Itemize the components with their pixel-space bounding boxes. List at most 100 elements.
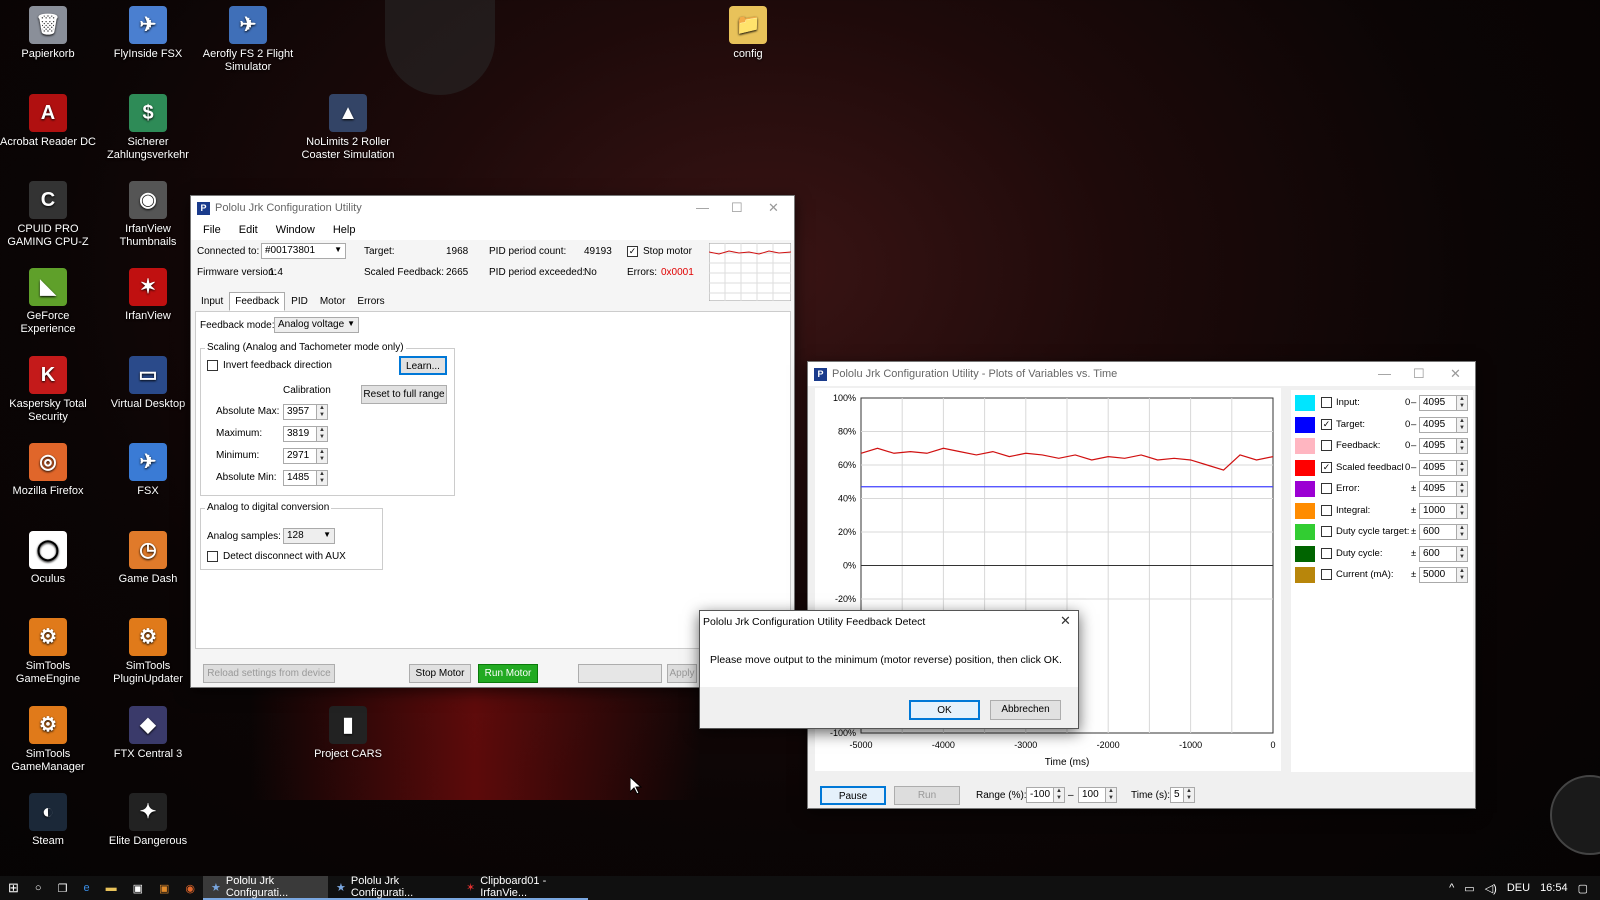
desktop-icon[interactable]: ◯ Oculus [0, 525, 96, 586]
variable-spinner[interactable]: ▲ ▼ [1457, 395, 1468, 411]
desktop-icon[interactable]: ✶ IrfanView [100, 262, 196, 323]
variable-max-input[interactable]: 4095 [1419, 481, 1457, 497]
max-spinner[interactable]: ▲ ▼ [317, 426, 328, 442]
task-jrk-2[interactable]: ★ Pololu Jrk Configurati... [327, 875, 458, 900]
variable-spinner[interactable]: ▲ ▼ [1457, 545, 1468, 562]
abs-max-input[interactable]: 3957 [283, 404, 317, 420]
desktop-icon[interactable]: ◣ GeForce Experience [0, 262, 96, 336]
color-swatch[interactable] [1295, 438, 1315, 454]
minimize-button[interactable]: — [1378, 366, 1391, 381]
color-swatch[interactable] [1295, 459, 1315, 476]
time-spinner[interactable]: ▲ ▼ [1184, 787, 1195, 803]
edge-button[interactable]: e [75, 876, 97, 900]
learn-button[interactable]: Learn... [399, 356, 447, 375]
variable-max-input[interactable]: 1000 [1419, 502, 1457, 519]
reset-range-button[interactable]: Reset to full range [361, 385, 447, 404]
tab-motor[interactable]: Motor [314, 292, 352, 311]
min-spinner[interactable]: ▲ ▼ [317, 448, 328, 464]
variable-spinner[interactable]: ▲ ▼ [1457, 459, 1468, 476]
variable-checkbox[interactable]: ✓ [1321, 461, 1332, 473]
clock[interactable]: 16:54 [1540, 882, 1568, 894]
desktop-icon[interactable]: ⚙ SimTools GameManager [0, 700, 96, 774]
invert-feedback-checkbox[interactable] [207, 360, 218, 371]
desktop-icon[interactable]: ✈ FlyInside FSX [100, 0, 196, 61]
desktop-icon[interactable]: C CPUID PRO GAMING CPU-Z [0, 175, 96, 249]
desktop-icon[interactable]: ✈ FSX [100, 437, 196, 498]
variable-max-input[interactable]: 4095 [1419, 438, 1457, 454]
abs-min-spinner[interactable]: ▲ ▼ [317, 470, 328, 486]
desktop-icon[interactable]: ◷ Game Dash [100, 525, 196, 586]
variable-spinner[interactable]: ▲ ▼ [1457, 481, 1468, 497]
variable-max-input[interactable]: 4095 [1419, 459, 1457, 476]
variable-max-input[interactable]: 5000 [1419, 567, 1457, 583]
volume-icon[interactable]: ◁) [1485, 882, 1497, 895]
firefox-button[interactable]: ◉ [177, 876, 203, 900]
desktop-icon[interactable]: 📁 config [700, 0, 796, 61]
feedback-mode-select[interactable]: Analog voltage ▼ [274, 317, 359, 333]
variable-checkbox[interactable] [1321, 397, 1332, 408]
close-button[interactable]: ✕ [1450, 366, 1461, 382]
desktop-icon[interactable]: ▲ NoLimits 2 Roller Coaster Simulation [300, 88, 396, 162]
tab-pid[interactable]: PID [285, 292, 314, 311]
ok-button[interactable]: OK [909, 700, 980, 720]
close-button[interactable]: ✕ [768, 200, 779, 216]
abs-max-spinner[interactable]: ▲ ▼ [317, 404, 328, 420]
variable-max-input[interactable]: 600 [1419, 545, 1457, 562]
maximize-button[interactable]: ☐ [731, 200, 743, 216]
color-swatch[interactable] [1295, 524, 1315, 540]
run-button[interactable]: Run [894, 786, 960, 805]
range-min-spinner[interactable]: ▲ ▼ [1054, 787, 1065, 803]
pause-button[interactable]: Pause [820, 786, 886, 805]
pinned-app-button[interactable]: ▣ [151, 876, 177, 900]
max-input[interactable]: 3819 [283, 426, 317, 442]
device-select[interactable]: #00173801 ▼ [261, 243, 346, 259]
maximize-button[interactable]: ☐ [1413, 366, 1425, 382]
action-center-icon[interactable]: ▢ [1578, 882, 1588, 895]
desktop-icon[interactable]: $ Sicherer Zahlungsverkehr [100, 88, 196, 162]
variable-max-input[interactable]: 4095 [1419, 395, 1457, 411]
cortana-button[interactable]: ○ [27, 876, 50, 900]
desktop-icon[interactable]: ⚙ SimTools GameEngine [0, 612, 96, 686]
time-input[interactable]: 5 [1170, 787, 1184, 803]
desktop-icon[interactable]: ◆ FTX Central 3 [100, 700, 196, 761]
desktop-icon[interactable]: ◉ IrfanView Thumbnails [100, 175, 196, 249]
variable-checkbox[interactable]: ✓ [1321, 418, 1332, 430]
color-swatch[interactable] [1295, 481, 1315, 497]
desktop-icon[interactable]: 🗑 Papierkorb [0, 0, 96, 61]
menu-file[interactable]: File [203, 224, 221, 236]
language-indicator[interactable]: DEU [1507, 882, 1530, 894]
desktop-icon[interactable]: ✈ Aerofly FS 2 Flight Simulator [200, 0, 296, 74]
range-max-input[interactable]: 100 [1078, 787, 1106, 803]
start-button[interactable]: ⊞ [0, 876, 27, 900]
task-view-button[interactable]: ❐ [50, 876, 76, 900]
variable-max-input[interactable]: 4095 [1419, 416, 1457, 433]
color-swatch[interactable] [1295, 567, 1315, 583]
cancel-button[interactable]: Abbrechen [990, 700, 1061, 720]
task-irfanview[interactable]: ✶ Clipboard01 - IrfanVie... [457, 875, 588, 900]
variable-checkbox[interactable] [1321, 504, 1332, 516]
desktop-icon[interactable]: ▮ Project CARS [300, 700, 396, 761]
variable-checkbox[interactable] [1321, 440, 1332, 451]
tab-errors[interactable]: Errors [351, 292, 390, 311]
menu-edit[interactable]: Edit [239, 224, 258, 236]
apply-button[interactable]: Apply [667, 664, 697, 683]
tab-feedback[interactable]: Feedback [229, 292, 286, 311]
close-button[interactable]: ✕ [1060, 613, 1071, 629]
stop-motor-button[interactable]: Stop Motor [409, 664, 471, 683]
network-icon[interactable]: ▭ [1464, 882, 1474, 895]
variable-checkbox[interactable] [1321, 569, 1332, 580]
chevron-up-icon[interactable]: ^ [1449, 882, 1454, 894]
menu-help[interactable]: Help [333, 224, 356, 236]
desktop-icon[interactable]: K Kaspersky Total Security [0, 350, 96, 424]
variable-checkbox[interactable] [1321, 526, 1332, 537]
variable-spinner[interactable]: ▲ ▼ [1457, 567, 1468, 583]
desktop-icon[interactable]: ◎ Mozilla Firefox [0, 437, 96, 498]
color-swatch[interactable] [1295, 502, 1315, 519]
range-max-spinner[interactable]: ▲ ▼ [1106, 787, 1117, 803]
minimize-button[interactable]: — [696, 200, 709, 215]
explorer-button[interactable]: ▬ [98, 876, 125, 900]
variable-spinner[interactable]: ▲ ▼ [1457, 416, 1468, 433]
variable-spinner[interactable]: ▲ ▼ [1457, 524, 1468, 540]
desktop-icon[interactable]: ⚙ SimTools PluginUpdater [100, 612, 196, 686]
desktop-icon[interactable]: ✦ Elite Dangerous [100, 787, 196, 848]
